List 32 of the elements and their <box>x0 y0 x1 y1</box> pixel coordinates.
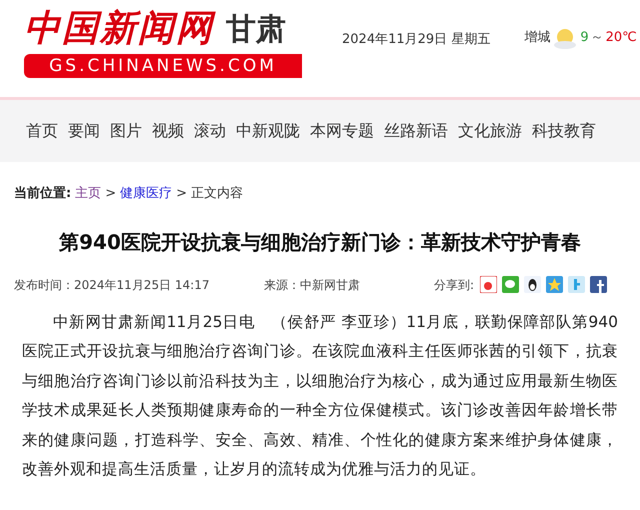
weather-city: 增城 <box>524 29 550 48</box>
article-body: 中新网甘肃新闻11月25日电 （侯舒严 李亚珍）11月底，联勤保障部队第940医院正式开设抗衰与细胞治疗咨询门诊。在该院血液科主任医师张茜的引领下，抗衰与细胞治疗咨询门诊以前沿科技为主，以细胞治疗为核心，成为通过应用最新生物医学技术成果延长人类预期健康寿命的一种全方位保健模式。该门诊改善因年龄增长带来的健康问题，打造科学、安全、高效、精准、个性化的健康方案来维护身体健康，改善外观和提高生活质量，让岁月的流转成为优雅与活力的见证。 <box>22 312 618 480</box>
temperature-separator: ～ <box>590 29 604 48</box>
low-temperature: 9 <box>580 29 589 48</box>
current-date: 2024年11月29日 星期五 <box>342 31 490 49</box>
article-title: 第940医院开设抗衰与细胞治疗新门诊：革新技术守护青春 <box>58 228 582 256</box>
share-label: 分享到: <box>434 276 474 294</box>
article-source: 来源：中新网甘肃 <box>264 276 361 294</box>
nav-link[interactable]: 图片 <box>110 119 142 143</box>
chat-share-icon[interactable] <box>502 276 520 293</box>
breadcrumb-label: 当前位置: <box>14 185 72 203</box>
nav-link[interactable]: 首页 <box>26 119 58 143</box>
sun-cloud-icon <box>552 26 578 50</box>
nav-link[interactable]: 视频 <box>152 119 184 143</box>
nav-link[interactable]: 要闻 <box>68 119 100 143</box>
breadcrumb-separator: > <box>105 185 116 203</box>
nav-link[interactable]: 本网专题 <box>310 119 374 143</box>
publish-time: 发布时间：2024年11月25日 14:17 <box>14 276 210 294</box>
nav-link[interactable]: 文化旅游 <box>458 119 522 143</box>
star-share-icon[interactable] <box>546 276 564 293</box>
high-temperature: 20℃ <box>606 29 637 48</box>
breadcrumb-current: 正文内容 <box>191 185 244 203</box>
nav-link[interactable]: 滚动 <box>194 119 226 143</box>
breadcrumb-link[interactable]: 主页 <box>75 184 102 204</box>
breadcrumb-separator: > <box>176 185 188 203</box>
nav-link[interactable]: 科技教育 <box>532 119 596 143</box>
domain-banner: GS.CHINANEWS.COM <box>24 54 302 78</box>
region-title: 甘肃 <box>226 11 286 49</box>
breadcrumb-link[interactable]: 健康医疗 <box>120 184 172 204</box>
nav-link[interactable]: 丝路新语 <box>384 119 448 143</box>
site-logo-text[interactable]: 中国新闻网 <box>24 6 214 50</box>
nav-link[interactable]: 中新观陇 <box>236 119 300 143</box>
